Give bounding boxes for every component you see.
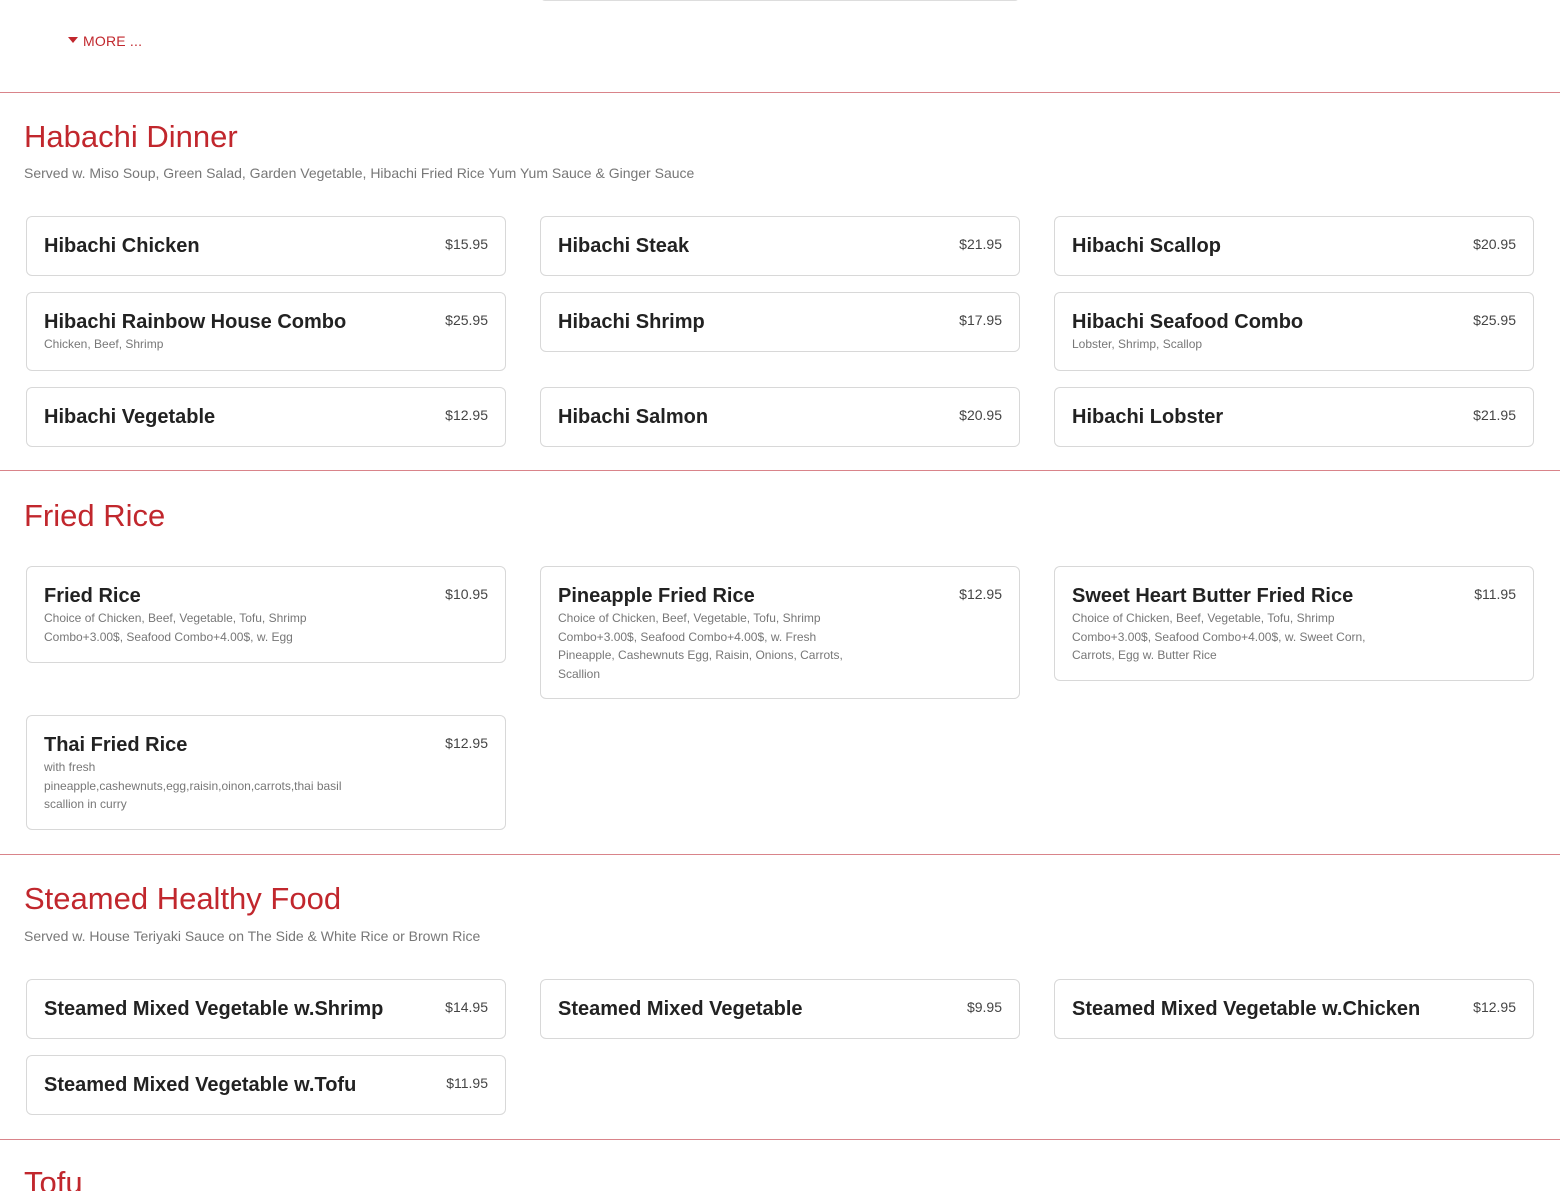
section-divider	[0, 470, 1560, 471]
item-price: $17.95	[959, 312, 1002, 328]
item-name: Hibachi Seafood Combo	[1072, 311, 1304, 333]
menu-item-card[interactable]: Hibachi Lobster $21.95	[1054, 387, 1534, 447]
menu-item-card[interactable]: Hibachi Scallop $20.95	[1054, 216, 1534, 276]
item-price: $20.95	[1473, 236, 1516, 252]
item-price: $21.95	[1473, 407, 1516, 423]
section-divider	[0, 92, 1560, 93]
item-price: $9.95	[966, 999, 1002, 1015]
menu-item-card[interactable]: Hibachi Steak $21.95	[540, 216, 1020, 276]
item-description: Choice of Chicken, Beef, Vegetable, Tofu…	[44, 611, 307, 644]
item-description: with fresh pineapple,cashewnuts,egg,rais…	[44, 760, 342, 811]
item-name: Hibachi Vegetable	[44, 406, 216, 428]
previous-card-edge	[541, 0, 1019, 1]
item-price: $15.95	[445, 236, 488, 252]
section-subtitle-habachi-dinner: Served w. Miso Soup, Green Salad, Garden…	[24, 165, 695, 181]
item-description: Choice of Chicken, Beef, Vegetable, Tofu…	[558, 611, 843, 681]
menu-page: MORE ... Habachi Dinner Served w. Miso S…	[0, 0, 1560, 1191]
item-name: Steamed Mixed Vegetable w.Shrimp	[44, 998, 384, 1020]
menu-item-card[interactable]: Sweet Heart Butter Fried Rice $11.95 Cho…	[1054, 566, 1534, 681]
item-price: $14.95	[445, 999, 488, 1015]
item-price: $11.95	[446, 1075, 488, 1091]
section-divider	[0, 854, 1560, 855]
caret-down-icon	[68, 37, 78, 43]
item-name: Pineapple Fried Rice	[558, 585, 755, 607]
item-price: $20.95	[959, 407, 1002, 423]
item-name: Hibachi Rainbow House Combo	[44, 311, 347, 333]
item-price: $12.95	[959, 586, 1002, 602]
item-name: Sweet Heart Butter Fried Rice	[1072, 585, 1354, 607]
item-name: Thai Fried Rice	[44, 734, 188, 756]
item-name: Steamed Mixed Vegetable w.Chicken	[1072, 998, 1421, 1020]
menu-item-card[interactable]: Hibachi Chicken $15.95	[26, 216, 506, 276]
menu-item-card[interactable]: Hibachi Salmon $20.95	[540, 387, 1020, 447]
section-title-fried-rice: Fried Rice	[24, 498, 166, 533]
menu-item-card[interactable]: Hibachi Rainbow House Combo $25.95 Chick…	[26, 292, 506, 371]
section-divider	[0, 1139, 1560, 1140]
item-name: Steamed Mixed Vegetable w.Tofu	[44, 1074, 357, 1096]
item-price: $10.95	[445, 586, 488, 602]
menu-item-card[interactable]: Hibachi Shrimp $17.95	[540, 292, 1020, 352]
item-price: $12.95	[1473, 999, 1516, 1015]
menu-item-card[interactable]: Steamed Mixed Vegetable w.Tofu $11.95	[26, 1055, 506, 1115]
menu-item-card[interactable]: Steamed Mixed Vegetable w.Chicken $12.95	[1054, 979, 1534, 1039]
menu-item-card[interactable]: Pineapple Fried Rice $12.95 Choice of Ch…	[540, 566, 1020, 699]
item-description: Chicken, Beef, Shrimp	[44, 337, 164, 351]
menu-item-card[interactable]: Steamed Mixed Vegetable w.Shrimp $14.95	[26, 979, 506, 1039]
item-name: Hibachi Steak	[558, 235, 690, 257]
item-description: Choice of Chicken, Beef, Vegetable, Tofu…	[1072, 611, 1366, 662]
menu-item-card[interactable]: Hibachi Seafood Combo $25.95 Lobster, Sh…	[1054, 292, 1534, 371]
item-price: $12.95	[445, 407, 488, 423]
section-title-steamed-healthy-food: Steamed Healthy Food	[24, 881, 342, 916]
menu-item-card[interactable]: Thai Fried Rice $12.95 with fresh pineap…	[26, 715, 506, 830]
item-name: Steamed Mixed Vegetable	[558, 998, 803, 1020]
section-title-habachi-dinner: Habachi Dinner	[24, 119, 238, 154]
item-description: Lobster, Shrimp, Scallop	[1072, 337, 1203, 351]
section-title-tofu: Tofu	[24, 1165, 83, 1191]
menu-item-card[interactable]: Steamed Mixed Vegetable $9.95	[540, 979, 1020, 1039]
item-name: Hibachi Lobster	[1072, 406, 1224, 428]
item-price: $25.95	[445, 312, 488, 328]
item-name: Hibachi Shrimp	[558, 311, 705, 333]
item-name: Fried Rice	[44, 585, 141, 607]
more-button[interactable]: MORE ...	[68, 33, 142, 49]
item-name: Hibachi Chicken	[44, 235, 200, 257]
section-subtitle-steamed-healthy-food: Served w. House Teriyaki Sauce on The Si…	[24, 928, 481, 944]
item-price: $11.95	[1474, 586, 1516, 602]
item-price: $21.95	[959, 236, 1002, 252]
item-price: $12.95	[445, 735, 488, 751]
item-name: Hibachi Salmon	[558, 406, 709, 428]
more-label: MORE ...	[83, 33, 143, 49]
item-price: $25.95	[1473, 312, 1516, 328]
menu-item-card[interactable]: Hibachi Vegetable $12.95	[26, 387, 506, 447]
menu-item-card[interactable]: Fried Rice $10.95 Choice of Chicken, Bee…	[26, 566, 506, 663]
item-name: Hibachi Scallop	[1072, 235, 1221, 257]
